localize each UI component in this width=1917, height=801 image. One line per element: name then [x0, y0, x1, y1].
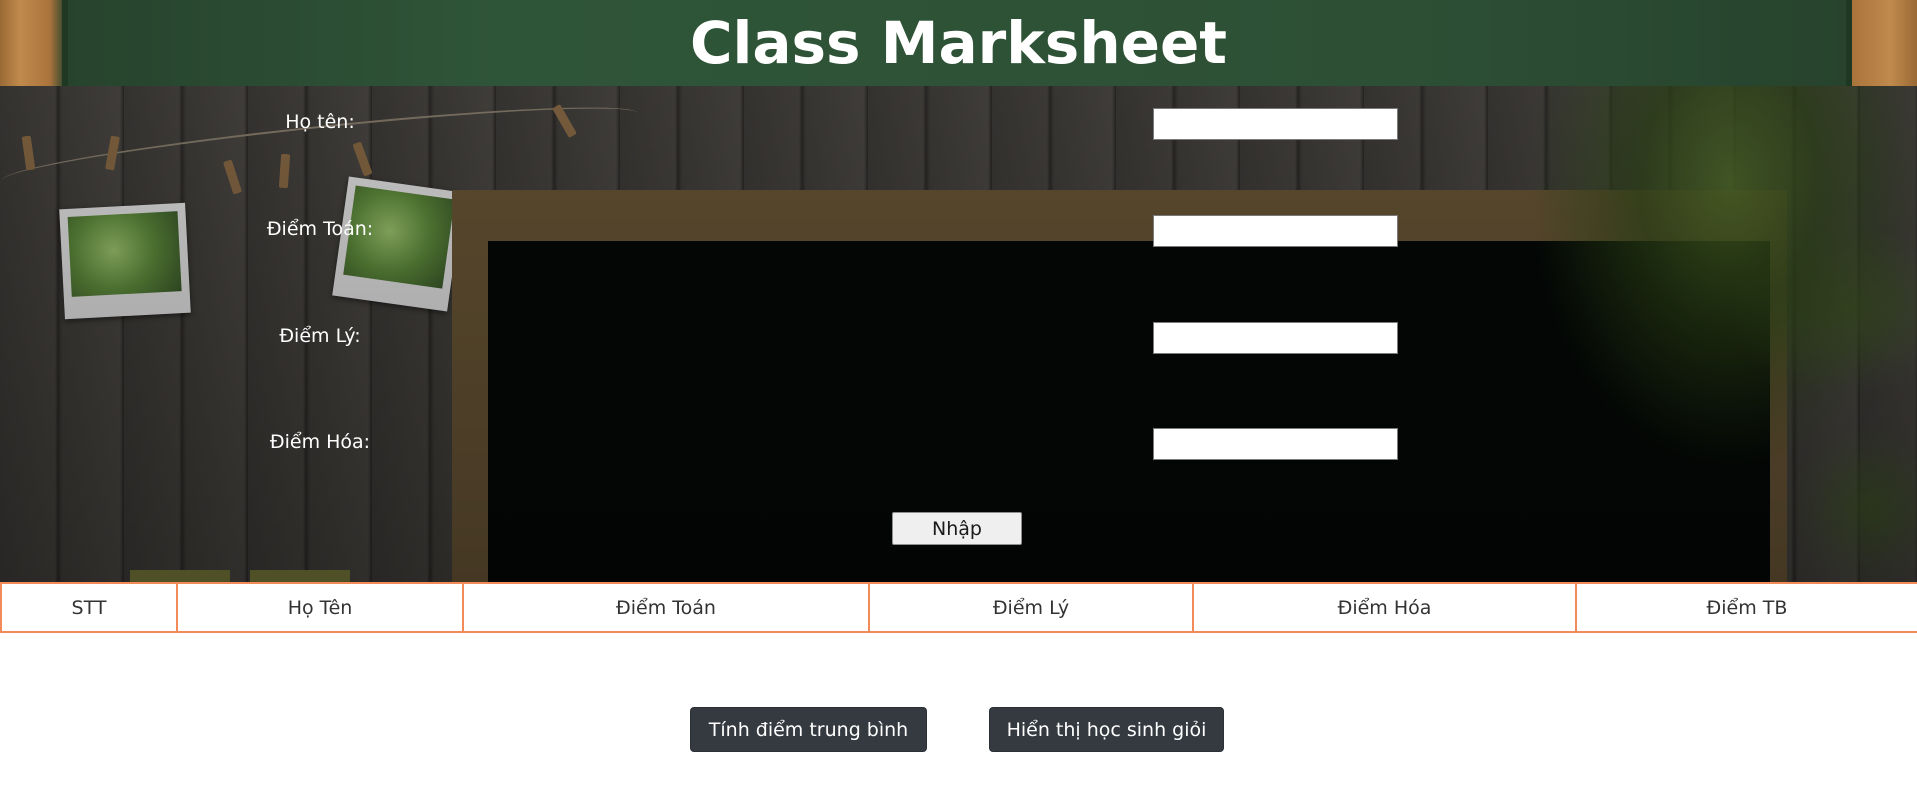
chemistry-score-input[interactable] — [1153, 428, 1398, 460]
table-header-row: STT Họ Tên Điểm Toán Điểm Lý Điểm Hóa Đi… — [0, 582, 1917, 633]
name-input[interactable] — [1153, 108, 1398, 140]
column-header-average: Điểm TB — [1575, 582, 1917, 633]
physics-score-label: Điểm Lý: — [279, 325, 361, 347]
name-label: Họ tên: — [285, 111, 355, 133]
chemistry-score-label: Điểm Hóa: — [269, 431, 371, 453]
column-header-physics: Điểm Lý — [868, 582, 1194, 633]
math-score-label: Điểm Toán: — [266, 218, 374, 240]
marksheet-table: STT Họ Tên Điểm Toán Điểm Lý Điểm Hóa Đi… — [0, 582, 1917, 633]
show-excellent-students-button[interactable]: Hiển thị học sinh giỏi — [989, 707, 1224, 752]
column-header-chemistry: Điểm Hóa — [1192, 582, 1577, 633]
column-header-name: Họ Tên — [176, 582, 464, 633]
column-header-math: Điểm Toán — [462, 582, 870, 633]
math-score-input[interactable] — [1153, 215, 1398, 247]
column-header-stt: STT — [0, 582, 178, 633]
page-title: Class Marksheet — [689, 9, 1228, 77]
header-banner: Class Marksheet — [0, 0, 1917, 86]
submit-button[interactable]: Nhập — [892, 512, 1022, 545]
physics-score-input[interactable] — [1153, 322, 1398, 354]
calculate-average-button[interactable]: Tính điểm trung bình — [690, 707, 927, 752]
